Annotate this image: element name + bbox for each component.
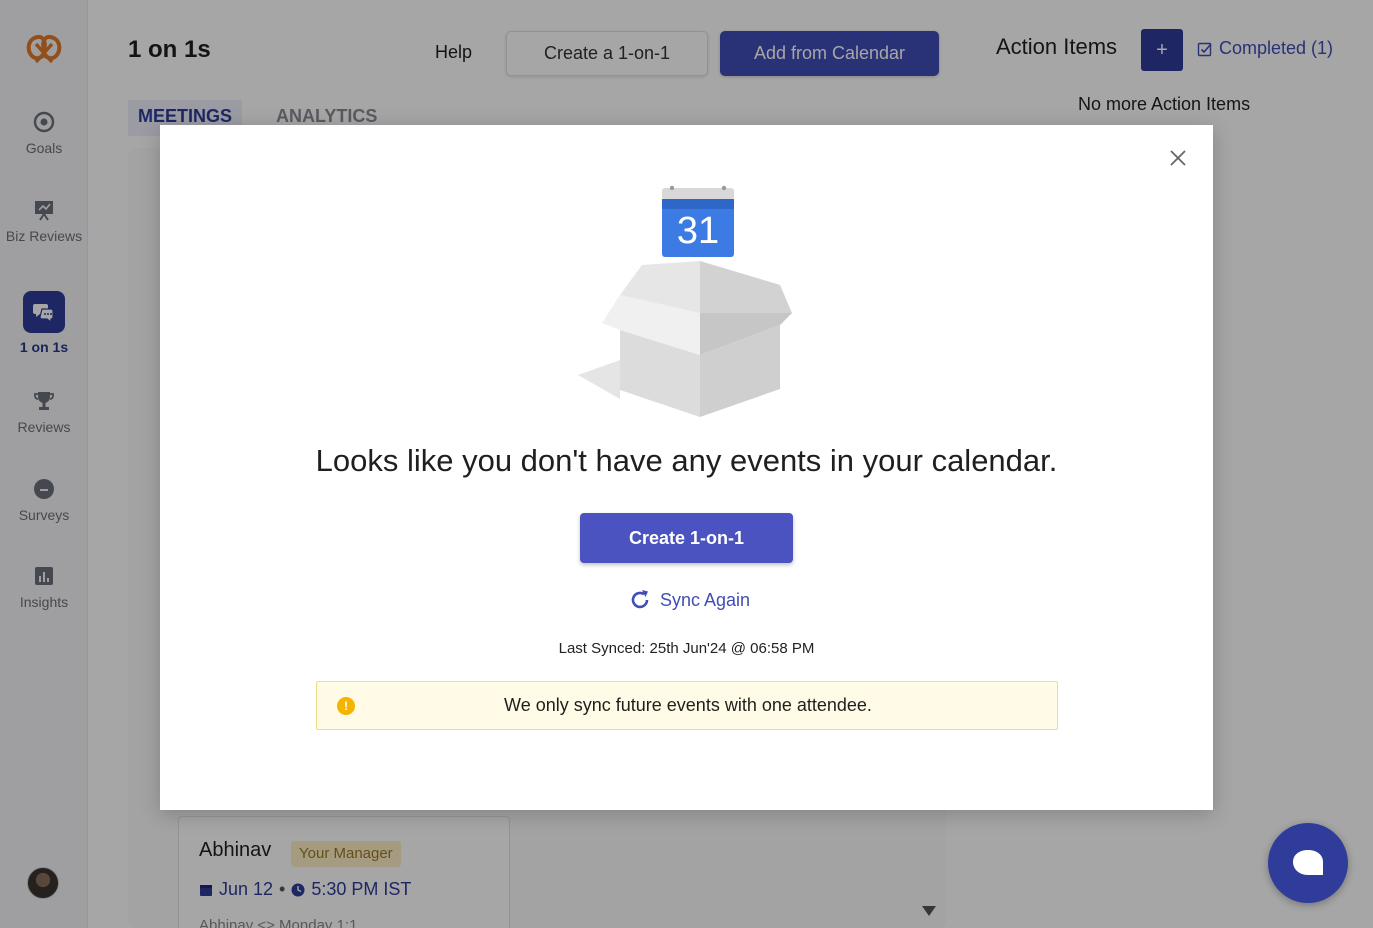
chat-icon — [1293, 850, 1323, 875]
last-synced-text: Last Synced: 25th Jun'24 @ 06:58 PM — [558, 640, 815, 657]
info-notice: ! We only sync future events with one at… — [316, 681, 1058, 730]
sync-again-label: Sync Again — [660, 589, 751, 610]
notice-text: We only sync future events with one atte… — [504, 695, 872, 715]
sync-again-link[interactable]: Sync Again — [628, 588, 750, 612]
chat-support-button[interactable] — [1268, 823, 1348, 903]
refresh-icon — [631, 590, 649, 609]
create-1-on-1-modal-button[interactable]: Create 1-on-1 — [580, 513, 793, 563]
empty-calendar-box-illustration: 31 — [578, 185, 792, 417]
calendar-day-number: 31 — [677, 210, 719, 252]
close-icon[interactable] — [1167, 147, 1189, 169]
calendar-sync-modal: 31 Looks like you don't have any events … — [160, 125, 1213, 810]
empty-state-heading: Looks like you don't have any events in … — [315, 443, 1058, 478]
